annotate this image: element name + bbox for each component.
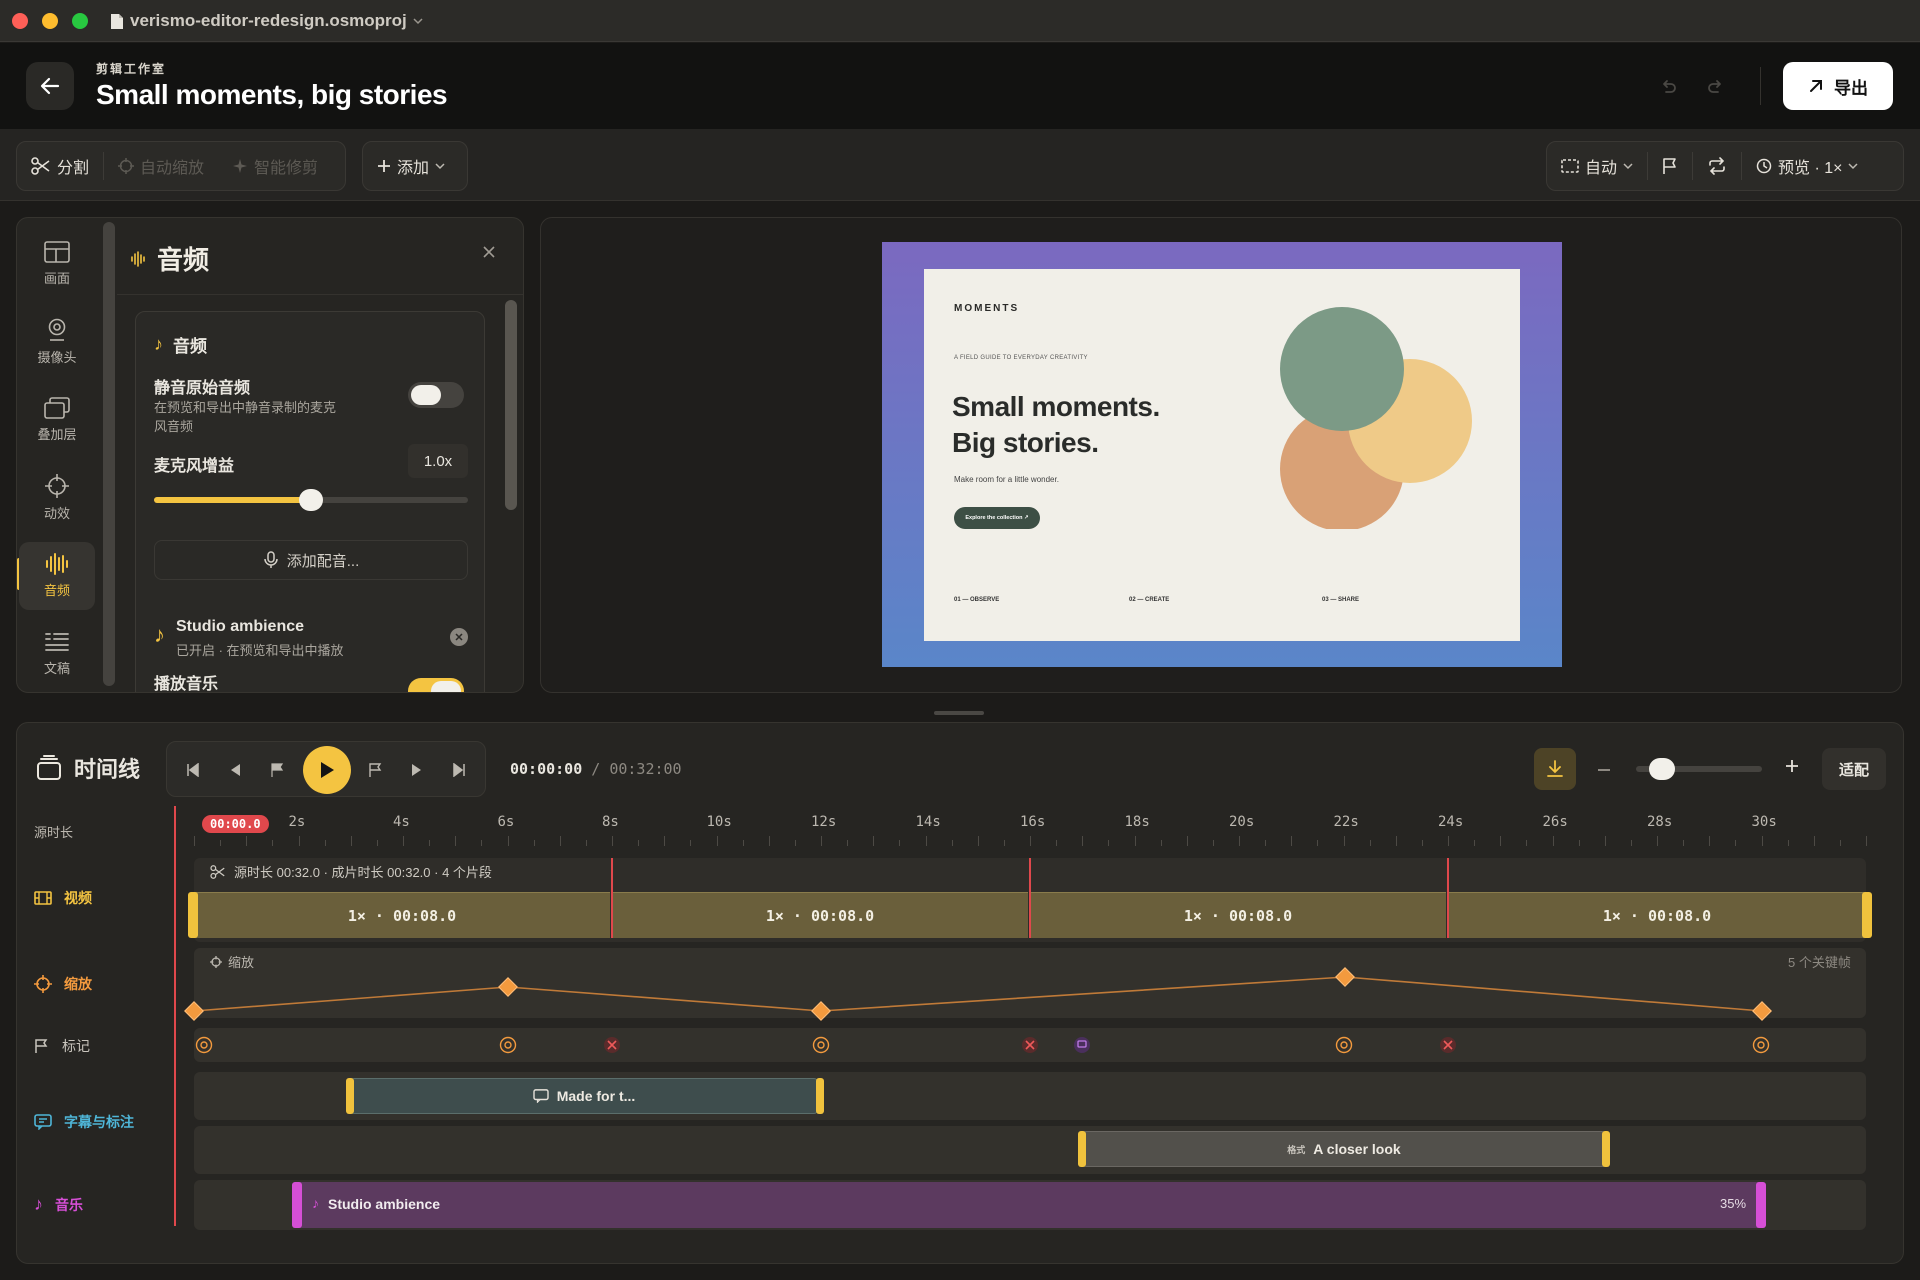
- caption-clip[interactable]: Made for t...: [350, 1078, 818, 1114]
- crosshair-icon: [1752, 1036, 1770, 1054]
- caption-clip-label: Made for t...: [556, 1088, 636, 1104]
- caption-start-handle[interactable]: [346, 1078, 354, 1114]
- annotation-end-handle[interactable]: [1602, 1131, 1610, 1167]
- scissors-icon: [1022, 1037, 1038, 1053]
- cut-marker[interactable]: [603, 1036, 621, 1054]
- caption-end-handle[interactable]: [816, 1078, 824, 1114]
- scissors-icon: [604, 1037, 620, 1053]
- crosshair-icon: [1335, 1036, 1353, 1054]
- comment-icon: [533, 1089, 549, 1103]
- music-volume: 35%: [1720, 1196, 1747, 1211]
- zoom-marker[interactable]: [1335, 1036, 1353, 1054]
- zoom-marker[interactable]: [499, 1036, 517, 1054]
- music-note-icon: ♪: [312, 1195, 319, 1211]
- scissors-icon: [1440, 1037, 1456, 1053]
- music-clip[interactable]: ♪ Studio ambience 35%: [292, 1182, 1764, 1228]
- crosshair-icon: [195, 1036, 213, 1054]
- caption-marker[interactable]: [1073, 1036, 1091, 1054]
- annotation-clip[interactable]: 格式 A closer look: [1082, 1131, 1606, 1167]
- crosshair-icon: [812, 1036, 830, 1054]
- music-end-handle[interactable]: [1756, 1182, 1766, 1228]
- annotation-start-handle[interactable]: [1078, 1131, 1086, 1167]
- zoom-marker[interactable]: [812, 1036, 830, 1054]
- zoom-marker[interactable]: [195, 1036, 213, 1054]
- music-start-handle[interactable]: [292, 1182, 302, 1228]
- music-clip-label: Studio ambience: [328, 1196, 441, 1212]
- annotation-tag: 格式: [1287, 1144, 1306, 1155]
- comment-icon: [1074, 1037, 1090, 1053]
- annotations-lane: [194, 1126, 1866, 1174]
- crosshair-icon: [499, 1036, 517, 1054]
- cut-marker[interactable]: [1439, 1036, 1457, 1054]
- annotation-clip-label: A closer look: [1313, 1141, 1401, 1157]
- cut-marker[interactable]: [1021, 1036, 1039, 1054]
- zoom-marker[interactable]: [1752, 1036, 1770, 1054]
